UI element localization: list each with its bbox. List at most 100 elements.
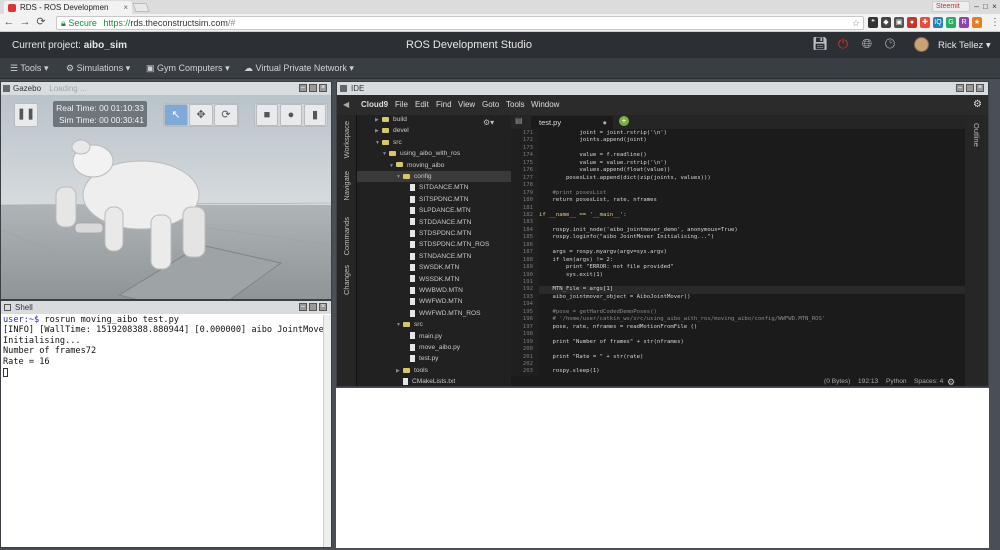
- tree-file[interactable]: WSSDK.MTN: [357, 274, 511, 285]
- globe-icon[interactable]: 🌐︎: [860, 37, 874, 51]
- url-bar[interactable]: 🔒︎ Secure https://rds.theconstructsim.co…: [56, 16, 864, 30]
- menu-gym-computers[interactable]: ▣ Gym Computers ▾: [146, 58, 230, 79]
- menu-goto[interactable]: Goto: [482, 95, 499, 115]
- bookmark-star-icon[interactable]: ☆: [852, 17, 860, 29]
- maximize-icon[interactable]: [966, 84, 974, 92]
- collapse-icon[interactable]: ◀: [343, 95, 349, 115]
- close-icon[interactable]: ×: [319, 84, 327, 92]
- tree-file[interactable]: WWBWD.MTN: [357, 285, 511, 296]
- back-icon[interactable]: ←: [2, 15, 16, 30]
- cloud9-brand[interactable]: Cloud9: [361, 95, 388, 115]
- tree-folder[interactable]: ▼ src: [357, 137, 511, 148]
- close-icon[interactable]: ×: [319, 303, 327, 311]
- forward-icon[interactable]: →: [18, 15, 32, 30]
- maximize-icon[interactable]: [309, 303, 317, 311]
- tree-file[interactable]: move_aibo.py: [357, 342, 511, 353]
- menu-edit[interactable]: Edit: [415, 95, 429, 115]
- tree-folder[interactable]: ▶ tools: [357, 365, 511, 376]
- menu-tools[interactable]: Tools: [506, 95, 525, 115]
- clock-icon[interactable]: 🕑︎: [883, 37, 897, 51]
- status-gear-icon[interactable]: ⚙: [947, 376, 955, 386]
- save-icon[interactable]: 💾︎: [812, 37, 829, 51]
- tree-file[interactable]: test.py: [357, 353, 511, 364]
- ide-empty-area: [336, 388, 989, 548]
- menu-find[interactable]: Find: [436, 95, 452, 115]
- translate-mode-icon[interactable]: ✥: [189, 104, 213, 126]
- menu-file[interactable]: File: [395, 95, 408, 115]
- menu-tools[interactable]: ☰ Tools ▾: [10, 58, 48, 79]
- new-tab-button[interactable]: [132, 3, 150, 12]
- tree-file[interactable]: SITDANCE.MTN: [357, 182, 511, 193]
- tree-folder[interactable]: ▼ using_aibo_with_ros: [357, 148, 511, 159]
- select-mode-icon[interactable]: ↖: [164, 104, 188, 126]
- tree-file[interactable]: SLPDANCE.MTN: [357, 205, 511, 216]
- menu-simulations[interactable]: ⚙ Simulations ▾: [66, 58, 130, 79]
- menu-window[interactable]: Window: [531, 95, 559, 115]
- browser-menu-icon[interactable]: ⋮: [990, 16, 1000, 30]
- menu-view[interactable]: View: [458, 95, 475, 115]
- tree-folder[interactable]: ▼ src: [357, 319, 511, 330]
- tree-file[interactable]: SWSDK.MTN: [357, 262, 511, 273]
- tab-workspace[interactable]: Workspace: [342, 121, 351, 158]
- minimize-icon[interactable]: –: [956, 84, 964, 92]
- tree-file[interactable]: STNDANCE.MTN: [357, 251, 511, 262]
- sphere-shape-icon[interactable]: ●: [280, 104, 302, 126]
- avatar[interactable]: [914, 37, 929, 52]
- tree-file[interactable]: WWFWD.MTN: [357, 296, 511, 307]
- user-menu[interactable]: Rick Tellez ▾: [938, 40, 991, 51]
- cursor-position[interactable]: 192:13: [858, 376, 878, 386]
- ext-5-icon[interactable]: ✚: [920, 17, 930, 28]
- tree-file[interactable]: CMakeLists.txt: [357, 376, 511, 386]
- tab-changes[interactable]: Changes: [342, 265, 351, 295]
- minimize-icon[interactable]: –: [299, 84, 307, 92]
- reload-icon[interactable]: ⟳: [34, 15, 48, 30]
- ext-4-icon[interactable]: ●: [907, 17, 917, 28]
- code-area[interactable]: 171 joint = joint.rstrip('\n') 172 joints…: [511, 129, 973, 376]
- ext-9-icon[interactable]: ★: [972, 17, 982, 28]
- rotate-mode-icon[interactable]: ⟳: [214, 104, 238, 126]
- preferences-gear-icon[interactable]: ⚙: [973, 95, 982, 115]
- ext-1-icon[interactable]: ❝: [868, 17, 878, 28]
- tree-folder[interactable]: ▶ devel: [357, 125, 511, 136]
- ext-2-icon[interactable]: ◆: [881, 17, 891, 28]
- ext-7-icon[interactable]: G: [946, 17, 956, 28]
- power-icon[interactable]: ⏻: [836, 37, 850, 51]
- maximize-icon[interactable]: [309, 84, 317, 92]
- pause-button[interactable]: ❚❚: [14, 103, 38, 127]
- tree-file[interactable]: STDDANCE.MTN: [357, 217, 511, 228]
- tab-outline[interactable]: Outline: [972, 123, 981, 147]
- window-maximize-icon[interactable]: □: [981, 1, 990, 12]
- cylinder-shape-icon[interactable]: ▮: [304, 104, 326, 126]
- terminal-output[interactable]: user:~$ rosrun moving_aibo test.py [INFO]…: [3, 315, 329, 378]
- ext-8-icon[interactable]: R: [959, 17, 969, 28]
- ext-3-icon[interactable]: ▣: [894, 17, 904, 28]
- window-close-icon[interactable]: ×: [990, 1, 999, 12]
- tree-file[interactable]: WWFWD.MTN_ROS: [357, 308, 511, 319]
- profile-button[interactable]: Steemit: [932, 1, 970, 12]
- editor-tab-test-py[interactable]: test.py ●: [531, 116, 613, 129]
- window-minimize-icon[interactable]: –: [972, 1, 981, 12]
- tree-file[interactable]: main.py: [357, 331, 511, 342]
- tree-folder[interactable]: ▼ moving_aibo: [357, 160, 511, 171]
- tab-navigate[interactable]: Navigate: [342, 171, 351, 201]
- close-icon[interactable]: ×: [976, 84, 984, 92]
- tree-settings-gear-icon[interactable]: ⚙▾: [483, 118, 494, 127]
- indent-setting[interactable]: Spaces: 4: [914, 376, 943, 386]
- new-tab-plus-icon[interactable]: +: [619, 116, 629, 126]
- tree-folder[interactable]: ▼ config: [357, 171, 511, 183]
- menu-vpn[interactable]: ☁ Virtual Private Network ▾: [244, 58, 354, 79]
- browser-tab[interactable]: RDS - ROS Developmen ×: [4, 1, 132, 14]
- tab-commands[interactable]: Commands: [342, 217, 351, 255]
- ext-6-icon[interactable]: IQ: [933, 17, 943, 28]
- folder-icon: [382, 128, 389, 134]
- tab-list-icon[interactable]: ▤: [515, 116, 523, 125]
- box-shape-icon[interactable]: ■: [256, 104, 278, 126]
- tab-close-icon[interactable]: ×: [123, 1, 128, 14]
- minimize-icon[interactable]: –: [299, 303, 307, 311]
- unsaved-dot-icon[interactable]: ●: [602, 116, 607, 129]
- shell-scrollbar[interactable]: [323, 315, 331, 547]
- language-mode[interactable]: Python: [886, 376, 907, 386]
- tree-file[interactable]: SITSPDNC.MTN: [357, 194, 511, 205]
- tree-file[interactable]: STDSPDNC.MTN_ROS: [357, 239, 511, 250]
- tree-file[interactable]: STDSPDNC.MTN: [357, 228, 511, 239]
